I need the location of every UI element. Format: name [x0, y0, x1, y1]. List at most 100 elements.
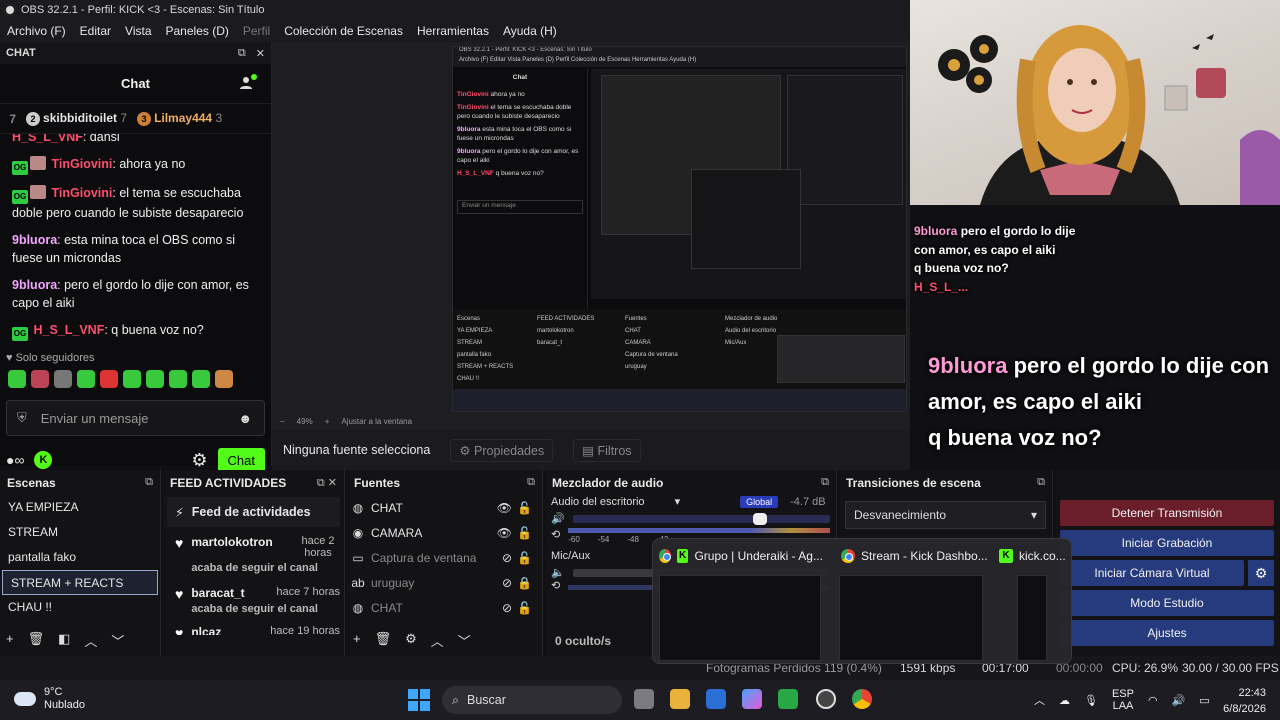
microphone-icon[interactable]: 🎙	[1084, 694, 1098, 707]
preview-canvas[interactable]: OBS 32.2.1 - Perfil: KICK <3 - Escenas: …	[452, 46, 907, 412]
zoom-out-icon[interactable]: −	[280, 417, 285, 426]
link-icon[interactable]: ⟲	[551, 579, 560, 592]
weather-widget[interactable]: 9°C Nublado	[14, 686, 85, 712]
window-preview[interactable]: Kkick.co...	[993, 539, 1073, 573]
menu-edit[interactable]: Editar	[73, 24, 118, 38]
emote-icon[interactable]	[146, 370, 164, 388]
volume-icon[interactable]: 🔊	[1172, 694, 1186, 707]
kick-icon[interactable]: K	[34, 451, 53, 469]
emote-icon[interactable]	[77, 370, 95, 388]
emote-icon[interactable]	[54, 370, 72, 388]
store-icon[interactable]	[706, 689, 726, 709]
chevron-up-icon[interactable]: ︿	[1034, 692, 1045, 708]
zoom-in-icon[interactable]: +	[325, 417, 330, 426]
taskbar-search[interactable]: ⌕ Buscar	[442, 686, 622, 714]
transition-select[interactable]: Desvanecimiento ▾	[845, 501, 1046, 529]
chevron-up-icon[interactable]: ︿	[431, 631, 444, 650]
file-explorer-icon[interactable]	[670, 689, 690, 709]
speaker-muted-icon[interactable]: 🔈	[551, 566, 565, 579]
windows-start-icon[interactable]	[408, 689, 430, 711]
send-chat-button[interactable]: Chat	[217, 447, 265, 473]
gear-icon[interactable]: ⚙	[1248, 560, 1274, 586]
emote-icon[interactable]	[100, 370, 118, 388]
window-preview[interactable]: Stream - Kick Dashbo...	[835, 539, 1005, 573]
speaker-icon[interactable]: 🔊	[551, 512, 565, 525]
chevron-up-icon[interactable]: ︿	[84, 631, 97, 650]
menu-view[interactable]: Vista	[118, 24, 158, 38]
language-indicator[interactable]: ESP LAA	[1112, 688, 1134, 712]
onedrive-icon[interactable]: ☁	[1059, 694, 1070, 707]
emote-icon[interactable]	[192, 370, 210, 388]
unlock-icon[interactable]: 🔓	[517, 526, 532, 540]
source-item[interactable]: ▭ Captura de ventana ⊘ 🔓	[347, 545, 542, 570]
trash-icon[interactable]: 🗑	[375, 631, 392, 650]
users-icon[interactable]	[239, 74, 257, 92]
start-virtual-camera-button[interactable]: Iniciar Cámara Virtual	[1060, 560, 1244, 586]
scene-item[interactable]: YA EMPIEZA	[0, 495, 160, 520]
scene-item-selected[interactable]: STREAM + REACTS	[2, 570, 158, 595]
gear-icon[interactable]: ⚙	[191, 450, 207, 471]
emote-icon[interactable]	[169, 370, 187, 388]
task-view-icon[interactable]	[634, 689, 654, 709]
link-icon[interactable]: ⟲	[551, 528, 560, 541]
settings-button[interactable]: Ajustes	[1060, 620, 1274, 646]
copilot-icon[interactable]	[742, 689, 762, 709]
add-icon[interactable]: +	[353, 631, 361, 650]
unlock-icon[interactable]: 🔓	[517, 551, 532, 565]
volume-slider[interactable]	[572, 512, 830, 525]
emoji-icon[interactable]: ☻	[238, 411, 252, 426]
stop-stream-button[interactable]: Detener Transmisión	[1060, 500, 1274, 526]
chevron-down-icon[interactable]: ﹀	[111, 631, 124, 650]
eye-hidden-icon[interactable]: ⊘	[502, 601, 512, 615]
scene-item[interactable]: pantalla fako	[0, 545, 160, 570]
undock-icon[interactable]: ⧉	[238, 47, 246, 60]
unlock-icon[interactable]: 🔓	[517, 601, 532, 615]
window-thumbnail[interactable]	[659, 575, 821, 661]
gear-icon[interactable]: ⚙	[405, 631, 417, 650]
undock-icon[interactable]: ⧉	[317, 477, 325, 489]
menu-tools[interactable]: Herramientas	[410, 24, 496, 38]
menu-profile[interactable]: Perfil	[236, 24, 277, 38]
menu-file[interactable]: Archivo (F)	[0, 24, 73, 38]
eye-icon[interactable]: 👁	[497, 526, 512, 540]
close-icon[interactable]: ✕	[328, 477, 337, 489]
chrome-icon[interactable]	[852, 689, 872, 709]
start-recording-button[interactable]: Iniciar Grabación	[1060, 530, 1274, 556]
unlock-icon[interactable]: 🔓	[517, 501, 532, 515]
menu-help[interactable]: Ayuda (H)	[496, 24, 564, 38]
eye-icon[interactable]: 👁	[497, 501, 512, 515]
emote-icon[interactable]	[31, 370, 49, 388]
eye-hidden-icon[interactable]: ⊘	[502, 551, 512, 565]
chevron-down-icon[interactable]: ﹀	[458, 631, 471, 650]
trash-icon[interactable]: 🗑	[28, 631, 45, 650]
filters-button[interactable]: ▤ Filtros	[573, 438, 641, 462]
window-thumbnail[interactable]	[1017, 575, 1047, 661]
undock-icon[interactable]: ⧉	[821, 476, 829, 489]
source-item[interactable]: ab uruguay ⊘ 🔒	[347, 570, 542, 595]
emote-icon[interactable]	[215, 370, 233, 388]
filter-icon[interactable]: ◧	[58, 631, 70, 650]
scene-item[interactable]: CHAU !!	[0, 595, 160, 620]
undock-icon[interactable]: ⧉	[527, 476, 535, 489]
emote-icon[interactable]	[8, 370, 26, 388]
undock-icon[interactable]: ⧉	[145, 476, 153, 489]
battery-icon[interactable]: ▭	[1199, 694, 1209, 707]
undock-icon[interactable]: ⧉	[1037, 476, 1045, 489]
window-thumbnail[interactable]	[839, 575, 983, 661]
properties-button[interactable]: ⚙ Propiedades	[450, 438, 554, 462]
fit-window-label[interactable]: Ajustar a la ventana	[341, 417, 412, 426]
lock-icon[interactable]: 🔒	[517, 576, 532, 590]
emote-icon[interactable]	[123, 370, 141, 388]
scene-item[interactable]: STREAM	[0, 520, 160, 545]
menu-scene-collection[interactable]: Colección de Escenas	[277, 24, 410, 38]
window-preview[interactable]: K Grupo | Underaiki - Ag...	[653, 539, 823, 573]
wifi-icon[interactable]: ◠	[1148, 694, 1158, 707]
chat-message-input[interactable]: ⛨ Enviar un mensaje ☻	[6, 400, 265, 436]
obs-icon[interactable]	[816, 689, 836, 709]
close-icon[interactable]: ✕	[256, 47, 265, 60]
spreadsheet-icon[interactable]	[778, 689, 798, 709]
studio-mode-button[interactable]: Modo Estudio	[1060, 590, 1274, 616]
eye-hidden-icon[interactable]: ⊘	[502, 576, 512, 590]
dots-icon[interactable]: ●∞	[6, 452, 24, 468]
source-item[interactable]: ◉ CAMARA 👁 🔓	[347, 520, 542, 545]
